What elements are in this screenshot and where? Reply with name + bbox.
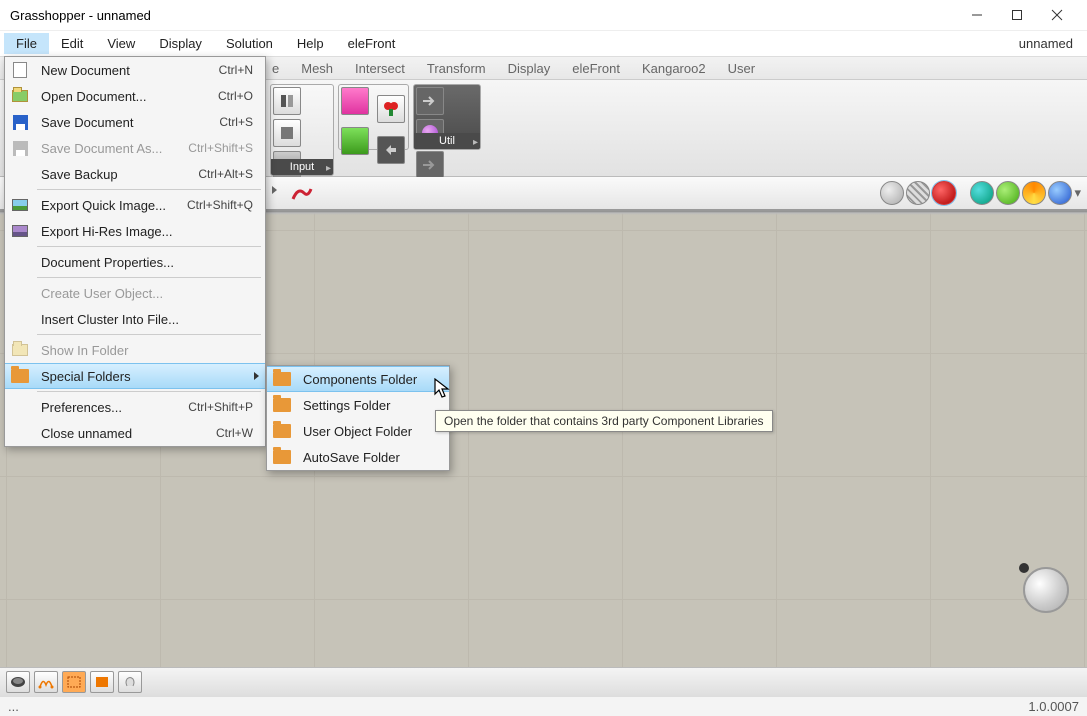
menubar: File Edit View Display Solution Help ele… (0, 30, 1087, 56)
preview-icon[interactable] (1022, 181, 1046, 205)
dropdown-icon[interactable] (272, 186, 277, 194)
submenu-components-folder[interactable]: Components Folder (267, 366, 449, 392)
menu-save-backup[interactable]: Save BackupCtrl+Alt+S (5, 161, 265, 187)
ribbon-button[interactable] (273, 87, 301, 115)
display-mode-icon[interactable] (880, 181, 904, 205)
compass-widget[interactable] (1023, 567, 1069, 613)
tab-partial[interactable]: e (270, 59, 281, 78)
special-folders-submenu: Components Folder Settings Folder User O… (266, 365, 450, 471)
sketch-icon[interactable] (290, 183, 314, 206)
menu-solution[interactable]: Solution (214, 33, 285, 54)
menu-save-document[interactable]: Save DocumentCtrl+S (5, 109, 265, 135)
menu-edit[interactable]: Edit (49, 33, 95, 54)
image-icon (12, 199, 28, 211)
bb-button[interactable] (6, 671, 30, 693)
menu-new-document[interactable]: New DocumentCtrl+N (5, 57, 265, 83)
tab-mesh[interactable]: Mesh (299, 59, 335, 78)
menu-help[interactable]: Help (285, 33, 336, 54)
menu-insert-cluster[interactable]: Insert Cluster Into File... (5, 306, 265, 332)
submenu-arrow-icon (254, 372, 259, 380)
ribbon-button[interactable] (416, 151, 444, 179)
tab-elefront[interactable]: eleFront (570, 59, 622, 78)
status-left: ... (8, 699, 19, 714)
folder-icon (11, 369, 29, 383)
titlebar: Grasshopper - unnamed (0, 0, 1087, 30)
menu-close[interactable]: Close unnamedCtrl+W (5, 420, 265, 446)
bb-button[interactable] (62, 671, 86, 693)
panel-expand-icon[interactable]: ▸ (473, 137, 478, 148)
bb-button[interactable] (118, 671, 142, 693)
window-title: Grasshopper - unnamed (10, 8, 957, 23)
folder-icon (273, 372, 291, 386)
ribbon-button[interactable] (416, 87, 444, 115)
menu-open-document[interactable]: Open Document...Ctrl+O (5, 83, 265, 109)
preview-icon[interactable] (970, 181, 994, 205)
display-mode-icon[interactable] (906, 181, 930, 205)
menu-doc-properties[interactable]: Document Properties... (5, 249, 265, 275)
submenu-user-object-folder[interactable]: User Object Folder (267, 418, 449, 444)
menu-elefront[interactable]: eleFront (336, 33, 408, 54)
document-icon (13, 62, 27, 78)
menu-save-as[interactable]: Save Document As...Ctrl+Shift+S (5, 135, 265, 161)
menu-export-quick[interactable]: Export Quick Image...Ctrl+Shift+Q (5, 192, 265, 218)
panel-label: Util (414, 133, 480, 149)
menu-export-hires[interactable]: Export Hi-Res Image... (5, 218, 265, 244)
doc-name-label: unnamed (1019, 36, 1083, 51)
tab-transform[interactable]: Transform (425, 59, 488, 78)
menu-file[interactable]: File (4, 33, 49, 54)
folder-icon (273, 450, 291, 464)
ribbon-button[interactable] (341, 87, 369, 115)
panel-input: Input ▸ (270, 84, 334, 176)
tab-intersect[interactable]: Intersect (353, 59, 407, 78)
tab-user[interactable]: User (726, 59, 757, 78)
close-button[interactable] (1037, 0, 1077, 30)
floppy-gray-icon (13, 141, 28, 156)
menu-special-folders[interactable]: Special Folders (5, 363, 265, 389)
preview-icon[interactable] (1048, 181, 1072, 205)
statusbar: ... 1.0.0007 (0, 696, 1087, 716)
dropdown-icon[interactable]: ▾ (1074, 185, 1081, 205)
panel-label: Input (271, 159, 333, 175)
submenu-autosave-folder[interactable]: AutoSave Folder (267, 444, 449, 470)
panel-util-a (338, 84, 409, 150)
folder-icon (273, 424, 291, 438)
menu-display[interactable]: Display (147, 33, 214, 54)
ribbon-button[interactable] (341, 127, 369, 155)
menu-view[interactable]: View (95, 33, 147, 54)
display-mode-selected-icon[interactable] (932, 181, 956, 205)
tab-display[interactable]: Display (506, 59, 553, 78)
menu-preferences[interactable]: Preferences...Ctrl+Shift+P (5, 394, 265, 420)
submenu-settings-folder[interactable]: Settings Folder (267, 392, 449, 418)
preview-icon[interactable] (996, 181, 1020, 205)
minimize-button[interactable] (957, 0, 997, 30)
ribbon-button[interactable] (377, 136, 405, 164)
menu-show-in-folder[interactable]: Show In Folder (5, 337, 265, 363)
bb-button[interactable] (90, 671, 114, 693)
maximize-button[interactable] (997, 0, 1037, 30)
panel-util-b: Util ▸ (413, 84, 481, 150)
open-folder-icon (12, 90, 28, 102)
ribbon-button[interactable] (273, 119, 301, 147)
ribbon-button[interactable] (377, 95, 405, 123)
menu-create-user-object[interactable]: Create User Object... (5, 280, 265, 306)
bottombar (0, 667, 1087, 696)
file-menu: New DocumentCtrl+N Open Document...Ctrl+… (4, 56, 266, 447)
cursor-icon (434, 378, 454, 403)
tooltip: Open the folder that contains 3rd party … (435, 410, 773, 432)
status-version: 1.0.0007 (1028, 699, 1079, 714)
folder-icon (273, 398, 291, 412)
folder-icon (12, 344, 28, 356)
tab-kangaroo2[interactable]: Kangaroo2 (640, 59, 708, 78)
bb-button[interactable] (34, 671, 58, 693)
image-icon (12, 225, 28, 237)
panel-expand-icon[interactable]: ▸ (326, 163, 331, 174)
floppy-icon (13, 115, 28, 130)
